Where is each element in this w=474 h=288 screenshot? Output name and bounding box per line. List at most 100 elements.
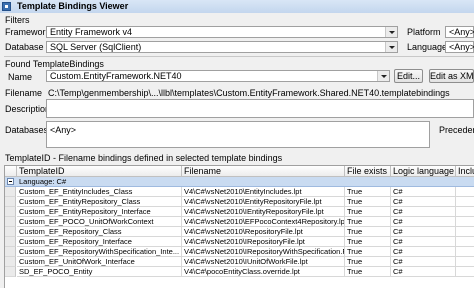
language-label: Language <box>407 42 448 52</box>
cell-logic-language[interactable]: C# <box>391 257 456 267</box>
cell-includes[interactable] <box>456 187 474 197</box>
cell-includes[interactable] <box>456 197 474 207</box>
cell-templateid[interactable]: SD_EF_POCO_Entity <box>17 267 182 277</box>
row-gutter[interactable] <box>5 267 16 277</box>
chevron-down-icon[interactable] <box>377 71 389 81</box>
name-combo[interactable]: Custom.EntityFramework.NET40 <box>46 70 390 82</box>
platform-label: Platform <box>407 27 441 37</box>
cell-includes[interactable] <box>456 267 474 277</box>
cell-file-exists[interactable]: True <box>345 247 391 257</box>
edit-as-xml-button[interactable]: Edit as XML <box>429 69 474 83</box>
table-row[interactable]: Custom_EF_EntityIncludes_Class V4\C#\vsNe… <box>5 187 474 197</box>
databases-label: Databases <box>5 125 49 135</box>
group-row-language[interactable]: Language: C# <box>5 177 474 187</box>
cell-filename[interactable]: V4\C#\vsNet2010\IRepositoryFile.lpt <box>182 237 345 247</box>
cell-includes[interactable] <box>456 227 474 237</box>
row-gutter[interactable] <box>5 207 16 217</box>
edit-button[interactable]: Edit... <box>394 69 423 83</box>
framework-combo[interactable]: Entity Framework v4 <box>46 26 398 38</box>
cell-file-exists[interactable]: True <box>345 207 391 217</box>
cell-logic-language[interactable]: C# <box>391 267 456 277</box>
name-label: Name <box>8 72 33 82</box>
title-bar: Template Bindings Viewer <box>0 0 474 13</box>
cell-templateid[interactable]: Custom_EF_Repository_Class <box>17 227 182 237</box>
database-value: SQL Server (SqlClient) <box>50 42 142 52</box>
bindings-grid[interactable]: TemplateID Filename File exists Logic la… <box>4 165 474 288</box>
filename-value: C:\Temp\genmembership\...\llbl\templates… <box>48 88 450 98</box>
filters-label: Filters <box>5 15 30 25</box>
column-header-templateid[interactable]: TemplateID <box>17 166 182 177</box>
cell-logic-language[interactable]: C# <box>391 227 456 237</box>
table-row[interactable]: Custom_EF_RepositoryWithSpecification_In… <box>5 247 474 257</box>
platform-combo[interactable]: <Any> <box>445 26 474 38</box>
cell-logic-language[interactable]: C# <box>391 217 456 227</box>
databases-value: <Any> <box>50 125 77 135</box>
cell-filename[interactable]: V4\C#\pocoEntityClass.override.lpt <box>182 267 345 277</box>
cell-file-exists[interactable]: True <box>345 227 391 237</box>
column-header-includes[interactable]: Includ <box>456 166 474 177</box>
collapse-icon[interactable] <box>7 178 14 185</box>
column-header-logic-language[interactable]: Logic language <box>391 166 456 177</box>
cell-filename[interactable]: V4\C#\vsNet2010\RepositoryFile.lpt <box>182 227 345 237</box>
chevron-down-icon[interactable] <box>385 27 397 37</box>
chevron-down-icon[interactable] <box>385 42 397 52</box>
table-row[interactable]: Custom_EF_Repository_Interface V4\C#\vsNe… <box>5 237 474 247</box>
row-gutter[interactable] <box>5 237 16 247</box>
table-row[interactable]: Custom_EF_Repository_Class V4\C#\vsNet201… <box>5 227 474 237</box>
window-title: Template Bindings Viewer <box>17 1 129 11</box>
table-row[interactable]: Custom_EF_UnitOfWork_Interface V4\C#\vsNe… <box>5 257 474 267</box>
table-row[interactable]: Custom_EF_EntityRepository_Interface V4\C… <box>5 207 474 217</box>
cell-file-exists[interactable]: True <box>345 217 391 227</box>
cell-templateid[interactable]: Custom_EF_Repository_Interface <box>17 237 182 247</box>
cell-logic-language[interactable]: C# <box>391 207 456 217</box>
cell-includes[interactable] <box>456 207 474 217</box>
cell-file-exists[interactable]: True <box>345 187 391 197</box>
column-header-file-exists[interactable]: File exists <box>345 166 391 177</box>
filename-label: Filename <box>5 88 43 98</box>
cell-filename[interactable]: V4\C#\vsNet2010\IEntityRepositoryFile.lp… <box>182 207 345 217</box>
cell-templateid[interactable]: Custom_EF_EntityIncludes_Class <box>17 187 182 197</box>
cell-logic-language[interactable]: C# <box>391 237 456 247</box>
cell-templateid[interactable]: Custom_EF_UnitOfWork_Interface <box>17 257 182 267</box>
description-label: Description <box>5 104 51 114</box>
grid-corner <box>5 166 17 177</box>
cell-templateid[interactable]: Custom_EF_POCO_UnitOfWorkContext <box>17 217 182 227</box>
row-gutter[interactable] <box>5 257 16 267</box>
cell-filename[interactable]: V4\C#\vsNet2010\EntityRepositoryFile.lpt <box>182 197 345 207</box>
cell-file-exists[interactable]: True <box>345 257 391 267</box>
row-gutter[interactable] <box>5 187 16 197</box>
cell-templateid[interactable]: Custom_EF_EntityRepository_Class <box>17 197 182 207</box>
column-header-filename[interactable]: Filename <box>182 166 345 177</box>
table-row[interactable]: Custom_EF_EntityRepository_Class V4\C#\vs… <box>5 197 474 207</box>
row-gutter[interactable] <box>5 217 16 227</box>
description-field[interactable] <box>46 99 474 118</box>
cell-filename[interactable]: V4\C#\vsNet2010\EFPocoContext4Repository… <box>182 217 345 227</box>
table-row[interactable]: SD_EF_POCO_Entity V4\C#\pocoEntityClass.o… <box>5 267 474 277</box>
language-combo[interactable]: <Any> <box>445 41 474 53</box>
cell-templateid[interactable]: Custom_EF_EntityRepository_Interface <box>17 207 182 217</box>
language-value: <Any> <box>449 42 474 52</box>
name-value: Custom.EntityFramework.NET40 <box>50 71 182 81</box>
cell-logic-language[interactable]: C# <box>391 197 456 207</box>
row-gutter[interactable] <box>5 247 16 257</box>
cell-includes[interactable] <box>456 257 474 267</box>
cell-file-exists[interactable]: True <box>345 197 391 207</box>
cell-filename[interactable]: V4\C#\vsNet2010\EntityIncludes.lpt <box>182 187 345 197</box>
cell-includes[interactable] <box>456 247 474 257</box>
cell-filename[interactable]: V4\C#\vsNet2010\IRepositoryWithSpecifica… <box>182 247 345 257</box>
table-row[interactable]: Custom_EF_POCO_UnitOfWorkContext V4\C#\vs… <box>5 217 474 227</box>
cell-includes[interactable] <box>456 237 474 247</box>
row-gutter[interactable] <box>5 197 16 207</box>
cell-file-exists[interactable]: True <box>345 237 391 247</box>
cell-file-exists[interactable]: True <box>345 267 391 277</box>
row-gutter[interactable] <box>5 227 16 237</box>
cell-logic-language[interactable]: C# <box>391 187 456 197</box>
database-combo[interactable]: SQL Server (SqlClient) <box>46 41 398 53</box>
precedence-label: Precedence <box>439 125 474 135</box>
cell-filename[interactable]: V4\C#\vsNet2010\IUnitOfWorkFile.lpt <box>182 257 345 267</box>
cell-includes[interactable] <box>456 217 474 227</box>
databases-field[interactable]: <Any> <box>46 121 430 148</box>
cell-logic-language[interactable]: C# <box>391 247 456 257</box>
cell-templateid[interactable]: Custom_EF_RepositoryWithSpecification_In… <box>17 247 182 257</box>
platform-value: <Any> <box>449 27 474 37</box>
